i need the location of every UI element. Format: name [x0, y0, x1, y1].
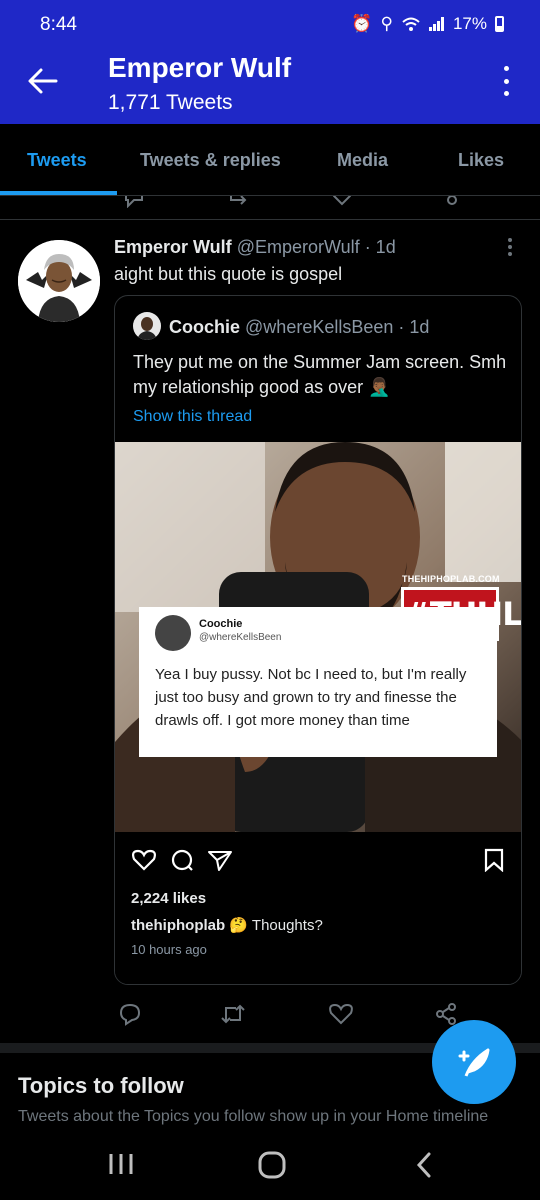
send-icon	[208, 851, 232, 871]
quote-avatar	[133, 312, 161, 340]
embedded-name: Coochie	[199, 618, 243, 630]
embedded-text: Yea I buy pussy. Not bc I need to, but I…	[155, 666, 467, 729]
quote-text: They put me on the Summer Jam screen. Sm…	[133, 352, 507, 397]
home-icon[interactable]	[257, 1150, 287, 1180]
recent-apps-icon[interactable]	[108, 1150, 134, 1178]
tab-media[interactable]: Media	[337, 150, 388, 171]
previous-tweet-actions	[0, 196, 540, 220]
alarm-icon: ⏰	[351, 14, 373, 33]
caption-text: 🤔 Thoughts?	[229, 917, 323, 934]
share-icon[interactable]	[434, 1002, 458, 1026]
app-bar: 8:44 ⏰ ⚲ 17% Emperor Wulf 1,771 Tweets	[0, 0, 540, 124]
quote-author-name: Coochie	[169, 317, 241, 337]
signal-icon	[428, 17, 444, 31]
caption-user: thehiphoplab	[131, 917, 226, 934]
retweet-icon[interactable]	[226, 196, 250, 208]
wifi-icon	[402, 17, 420, 31]
avatar[interactable]	[18, 240, 100, 322]
tweet-count: 1,771 Tweets	[108, 91, 233, 114]
reply-icon[interactable]	[122, 196, 146, 208]
topics-title: Topics to follow	[18, 1073, 184, 1098]
tweet-header: Emperor Wulf @EmperorWulf · 1d	[114, 237, 396, 258]
battery-level: 17%	[452, 14, 487, 33]
quote-time: · 1d	[398, 317, 430, 337]
location-icon: ⚲	[380, 14, 393, 33]
embedded-handle: @whereKellsBeen	[199, 632, 282, 643]
share-icon[interactable]	[440, 196, 464, 208]
tweet-text: aight but this quote is gospel	[114, 264, 343, 284]
status-icons: ⏰ ⚲ 17%	[351, 14, 504, 34]
tab-likes[interactable]: Likes	[458, 150, 504, 171]
quote-header: Coochie @whereKellsBeen · 1d	[169, 317, 429, 338]
post-time: 10 hours ago	[131, 942, 207, 957]
compose-feather-icon	[458, 1048, 490, 1077]
tweet-author-handle[interactable]: @EmperorWulf	[237, 237, 360, 257]
tweet-more-icon[interactable]	[508, 238, 514, 256]
topics-subtitle: Tweets about the Topics you follow show …	[18, 1108, 489, 1125]
show-thread-link[interactable]: Show this thread	[133, 408, 252, 426]
back-arrow-icon[interactable]	[26, 64, 60, 98]
likes-count: 2,224 likes	[131, 890, 207, 907]
compose-tweet-button[interactable]	[432, 1020, 516, 1104]
quote-author-handle: @whereKellsBeen	[245, 317, 394, 337]
instagram-footer: 2,224 likes thehiphoplab 🤔 Thoughts? 10 …	[115, 832, 521, 984]
tweet-author-name[interactable]: Emperor Wulf	[114, 237, 232, 257]
caption: thehiphoplab 🤔 Thoughts?	[131, 916, 323, 934]
battery-icon	[495, 16, 504, 32]
back-icon[interactable]	[414, 1150, 434, 1180]
tweet-time: · 1d	[364, 237, 396, 257]
page-title: Emperor Wulf	[108, 52, 292, 83]
heart-icon	[132, 849, 156, 871]
profile-tabs: Tweets Tweets & replies Media Likes	[0, 124, 540, 196]
active-tab-indicator	[0, 191, 117, 195]
tab-tweets-replies[interactable]: Tweets & replies	[140, 150, 281, 171]
bookmark-icon	[484, 848, 504, 872]
like-icon[interactable]	[328, 1002, 354, 1026]
watermark-site: THEHIPHOPLAB.COM	[402, 574, 500, 584]
like-icon[interactable]	[330, 196, 354, 208]
system-nav-bar	[0, 1136, 540, 1200]
status-time: 8:44	[40, 14, 77, 35]
comment-icon	[171, 849, 193, 871]
embedded-avatar	[155, 615, 191, 651]
quoted-tweet[interactable]: Coochie @whereKellsBeen · 1d They put me…	[114, 295, 522, 985]
quote-image[interactable]: THEHIPHOPLAB.COM #THHL Coochie @whereKel…	[115, 442, 521, 832]
more-options-icon[interactable]	[502, 66, 510, 96]
retweet-icon[interactable]	[220, 1002, 246, 1026]
reply-icon[interactable]	[118, 1002, 142, 1026]
embedded-tweet-card: Coochie @whereKellsBeen Yea I buy pussy.…	[139, 607, 497, 757]
tab-tweets[interactable]: Tweets	[27, 150, 87, 171]
status-bar: 8:44 ⏰ ⚲ 17%	[0, 0, 540, 52]
